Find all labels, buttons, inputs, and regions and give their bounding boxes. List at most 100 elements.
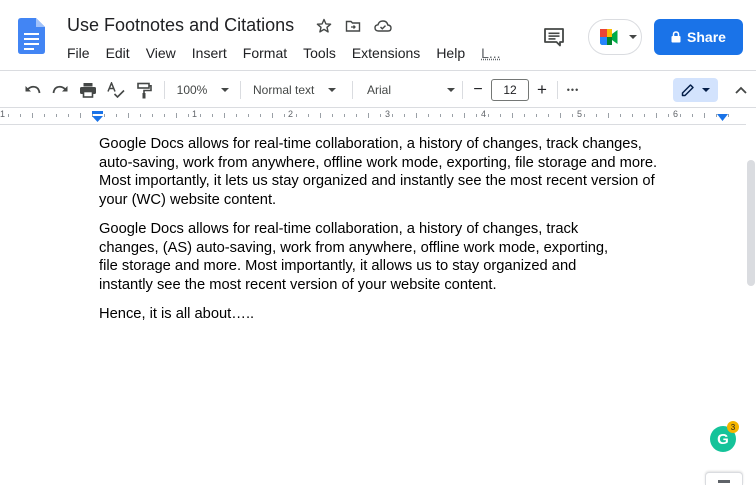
menu-help[interactable]: Help [428,43,473,63]
ruler-number: 6 [673,109,679,119]
ruler-tick [632,114,633,117]
meet-icon [600,29,618,45]
collapse-chevron-icon[interactable] [731,77,751,103]
share-label: Share [687,29,726,45]
ruler-tick [596,114,597,117]
font-family-select[interactable]: Arial [360,77,458,103]
undo-icon[interactable] [20,77,44,103]
ruler-tick [680,114,681,117]
ruler-number: 5 [577,109,583,119]
document-body[interactable]: Google Docs allows for real-time collabo… [99,135,711,333]
text-line: changes, (AS) auto-saving, work from any… [99,239,609,256]
toolbar-divider [240,81,241,99]
cloud-saved-icon[interactable] [373,16,393,36]
more-options-button[interactable]: ••• [562,77,584,103]
menu-extensions[interactable]: Extensions [344,43,428,63]
ruler-tick [692,114,693,117]
paragraph[interactable]: Google Docs allows for real-time collabo… [99,135,711,210]
ruler-tick [668,114,669,117]
ruler-tick [80,113,81,118]
ruler-number: 4 [481,109,487,119]
menu-tools[interactable]: Tools [295,43,344,63]
ruler-tick [272,113,273,118]
paint-format-icon[interactable] [132,77,156,103]
docs-logo-icon[interactable] [18,18,45,54]
ruler-tick [560,113,561,118]
ruler-tick [152,114,153,117]
right-indent-marker-icon[interactable] [716,113,729,122]
ruler-tick [200,114,201,117]
ruler-tick [416,113,417,118]
print-icon[interactable] [76,77,100,103]
document-canvas[interactable]: Google Docs allows for real-time collabo… [0,126,746,485]
ruler-number: 3 [385,109,391,119]
ruler-tick [332,114,333,117]
edit-pencil-icon [681,84,694,97]
toolbar-divider [164,81,165,99]
paragraph[interactable]: Hence, it is all about….. [99,305,711,324]
ruler-tick [452,114,453,117]
ruler-tick [620,114,621,117]
menu-format[interactable]: Format [235,43,295,63]
increase-font-size-button[interactable]: + [531,77,553,103]
font-size-value: 12 [503,83,517,97]
ruler-tick [236,114,237,117]
menu-view[interactable]: View [138,43,184,63]
spellcheck-icon[interactable] [104,77,128,103]
ruler-tick [656,113,657,118]
ruler-tick [488,114,489,117]
menu-bar: File Edit View Insert Format Tools Exten… [59,43,509,63]
meet-button[interactable] [588,19,642,55]
star-icon[interactable] [314,16,334,36]
menu-insert[interactable]: Insert [184,43,235,63]
move-folder-icon[interactable] [343,16,363,36]
ruler-tick [296,114,297,117]
paragraph-style-value: Normal text [253,83,315,97]
ruler-tick [500,114,501,117]
redo-icon[interactable] [48,77,72,103]
zoom-value: 100% [176,83,208,97]
editing-mode-button[interactable] [673,78,718,102]
toolbar: 100% Normal text Arial − + ••• [0,70,756,108]
ruler-tick [56,114,57,117]
ruler-number: 2 [288,109,294,119]
document-title[interactable]: Use Footnotes and Citations [67,15,294,36]
ruler-tick [392,114,393,117]
font-size-input[interactable]: 12 [491,79,529,101]
ruler-tick [320,113,321,118]
ruler-tick [368,113,369,118]
toolbar-divider [557,81,558,99]
comments-icon[interactable] [541,24,567,50]
paragraph[interactable]: Google Docs allows for real-time collabo… [99,220,711,295]
ruler-tick [380,114,381,117]
explore-panel-button[interactable] [705,472,743,485]
scrollbar-thumb[interactable] [747,160,755,286]
menu-edit[interactable]: Edit [98,43,138,63]
chevron-down-icon [221,88,230,92]
ruler-tick [524,114,525,117]
decrease-font-size-button[interactable]: − [467,77,489,103]
ruler-number: 1 [192,109,198,119]
ruler-tick [548,114,549,117]
chevron-down-icon [702,88,710,92]
text-line: auto-saving, work from anywhere, offline… [99,154,658,171]
left-indent-marker-icon[interactable] [91,111,104,123]
menu-last-edit[interactable]: L... [473,43,508,63]
lock-icon [671,31,681,43]
font-family-value: Arial [367,83,392,97]
ruler-tick [248,114,249,117]
share-button[interactable]: Share [654,19,743,55]
meet-dropdown-caret [629,35,637,39]
ruler-tick [608,113,609,118]
text-line: Hence, it is all about….. [99,305,255,322]
title-bar: Use Footnotes and Citations File Edit Vi… [0,0,756,70]
menu-file[interactable]: File [59,43,98,63]
zoom-select[interactable]: 100% [173,77,233,103]
ruler[interactable]: 1 1 2 3 4 5 6 [0,108,746,125]
ruler-tick [356,114,357,117]
chevron-down-icon [328,88,337,92]
paragraph-style-select[interactable]: Normal text [249,77,344,103]
ruler-tick [128,113,129,118]
ruler-tick [44,114,45,117]
ruler-tick [104,114,105,117]
